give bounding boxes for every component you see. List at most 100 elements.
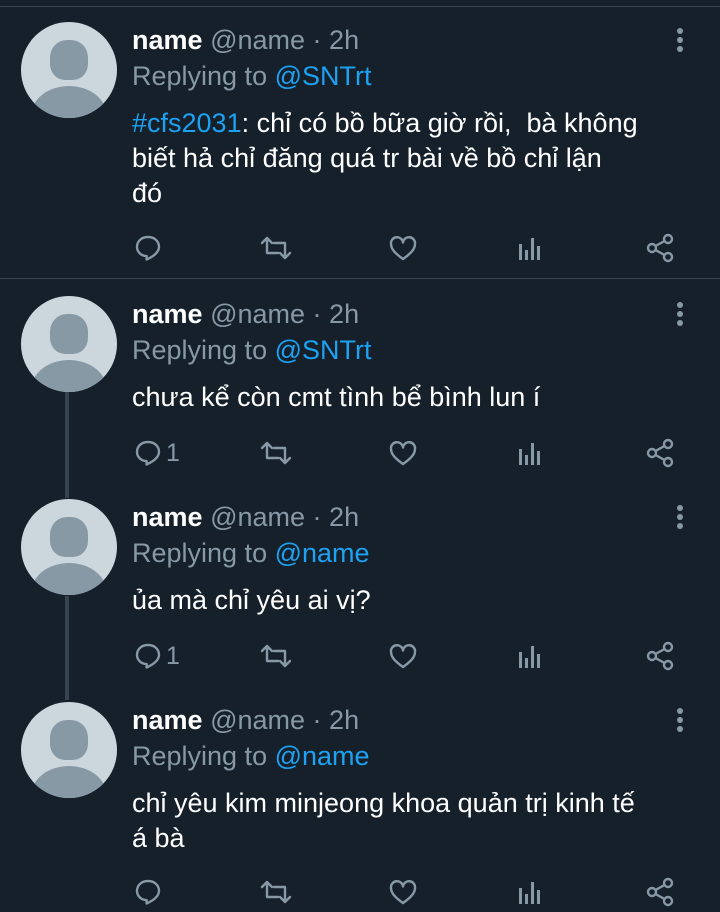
replying-to: Replying to @SNTrt: [132, 333, 372, 367]
tweet-4[interactable]: name @name · 2h Replying to @name chỉ yê…: [0, 685, 720, 912]
separator: ·: [312, 705, 322, 735]
avatar-head-shape: [50, 720, 88, 760]
like-icon: [389, 880, 417, 905]
display-name[interactable]: name: [132, 25, 203, 55]
analytics-button[interactable]: [517, 433, 543, 473]
replying-to-label: Replying to: [132, 335, 268, 365]
handle[interactable]: @name: [210, 502, 305, 532]
tweet-header: name @name · 2h: [132, 500, 359, 534]
tweet-text: #cfs2031: chỉ có bồ bữa giờ rồi, bà khôn…: [132, 106, 702, 211]
more-vertical-icon: [677, 28, 683, 52]
analytics-icon: [519, 646, 540, 668]
like-button[interactable]: [388, 636, 418, 676]
more-options-button[interactable]: [666, 297, 694, 331]
tweet-header: name @name · 2h: [132, 703, 359, 737]
avatar[interactable]: [21, 22, 117, 118]
avatar[interactable]: [21, 702, 117, 798]
handle[interactable]: @name: [210, 299, 305, 329]
hashtag-link[interactable]: #cfs2031: [132, 108, 242, 138]
separator: ·: [312, 25, 322, 55]
reply-count: 1: [166, 641, 180, 670]
avatar[interactable]: [21, 499, 117, 595]
tweet-actions: [0, 872, 720, 912]
handle[interactable]: @name: [210, 25, 305, 55]
share-button[interactable]: [645, 872, 675, 912]
tweet-header: name @name · 2h: [132, 297, 359, 331]
avatar-body-shape: [31, 563, 107, 595]
analytics-button[interactable]: [517, 872, 543, 912]
like-icon: [389, 644, 417, 669]
analytics-icon: [519, 443, 540, 465]
avatar-head-shape: [50, 517, 88, 557]
share-icon: [646, 233, 674, 263]
like-button[interactable]: [388, 228, 418, 268]
retweet-button[interactable]: [259, 872, 293, 912]
analytics-icon: [519, 238, 540, 260]
like-button[interactable]: [388, 433, 418, 473]
more-options-button[interactable]: [666, 23, 694, 57]
share-button[interactable]: [645, 228, 675, 268]
share-icon: [646, 438, 674, 468]
analytics-button[interactable]: [517, 228, 543, 268]
timestamp[interactable]: 2h: [329, 502, 359, 532]
reply-icon: [135, 643, 161, 669]
replying-to-label: Replying to: [132, 61, 268, 91]
reply-button[interactable]: 1: [134, 433, 180, 473]
tweet-actions: 1: [0, 636, 720, 676]
tweet-text: chỉ yêu kim minjeong khoa quản trị kinh …: [132, 788, 635, 853]
replying-to: Replying to @name: [132, 739, 370, 773]
like-button[interactable]: [388, 872, 418, 912]
mention-link[interactable]: @name: [275, 538, 370, 568]
separator: ·: [312, 502, 322, 532]
share-icon: [646, 641, 674, 671]
retweet-button[interactable]: [259, 228, 293, 268]
more-vertical-icon: [677, 302, 683, 326]
tweet-text: ủa mà chỉ yêu ai vị?: [132, 585, 371, 615]
share-button[interactable]: [645, 636, 675, 676]
avatar-body-shape: [31, 360, 107, 392]
tweet-actions: [0, 228, 720, 268]
mention-link[interactable]: @name: [275, 741, 370, 771]
tweet-3[interactable]: name @name · 2h Replying to @name ủa mà …: [0, 482, 720, 687]
replying-to-label: Replying to: [132, 741, 268, 771]
tweet-feed: name @name · 2h Replying to @SNTrt #cfs2…: [0, 0, 720, 912]
retweet-icon: [260, 644, 292, 668]
more-options-button[interactable]: [666, 500, 694, 534]
reply-icon: [135, 235, 161, 261]
share-icon: [646, 877, 674, 907]
like-icon: [389, 236, 417, 261]
reply-icon: [135, 440, 161, 466]
avatar-head-shape: [50, 40, 88, 80]
mention-link[interactable]: @SNTrt: [275, 61, 372, 91]
tweet-1[interactable]: name @name · 2h Replying to @SNTrt #cfs2…: [0, 0, 720, 279]
retweet-button[interactable]: [259, 433, 293, 473]
tweet-2[interactable]: name @name · 2h Replying to @SNTrt chưa …: [0, 279, 720, 484]
handle[interactable]: @name: [210, 705, 305, 735]
replying-to: Replying to @SNTrt: [132, 59, 372, 93]
avatar[interactable]: [21, 296, 117, 392]
timestamp[interactable]: 2h: [329, 299, 359, 329]
display-name[interactable]: name: [132, 502, 203, 532]
more-vertical-icon: [677, 708, 683, 732]
retweet-icon: [260, 236, 292, 260]
reply-button[interactable]: 1: [134, 636, 180, 676]
reply-count: 1: [166, 438, 180, 467]
replying-to: Replying to @name: [132, 536, 370, 570]
mention-link[interactable]: @SNTrt: [275, 335, 372, 365]
display-name[interactable]: name: [132, 705, 203, 735]
retweet-button[interactable]: [259, 636, 293, 676]
tweet-text: chưa kể còn cmt tình bể bình lun í: [132, 382, 541, 412]
replying-to-label: Replying to: [132, 538, 268, 568]
analytics-button[interactable]: [517, 636, 543, 676]
avatar-body-shape: [31, 766, 107, 798]
display-name[interactable]: name: [132, 299, 203, 329]
analytics-icon: [519, 882, 540, 904]
reply-button[interactable]: [134, 872, 166, 912]
share-button[interactable]: [645, 433, 675, 473]
more-options-button[interactable]: [666, 703, 694, 737]
separator: ·: [312, 299, 322, 329]
avatar-body-shape: [31, 86, 107, 118]
reply-button[interactable]: [134, 228, 166, 268]
timestamp[interactable]: 2h: [329, 25, 359, 55]
timestamp[interactable]: 2h: [329, 705, 359, 735]
